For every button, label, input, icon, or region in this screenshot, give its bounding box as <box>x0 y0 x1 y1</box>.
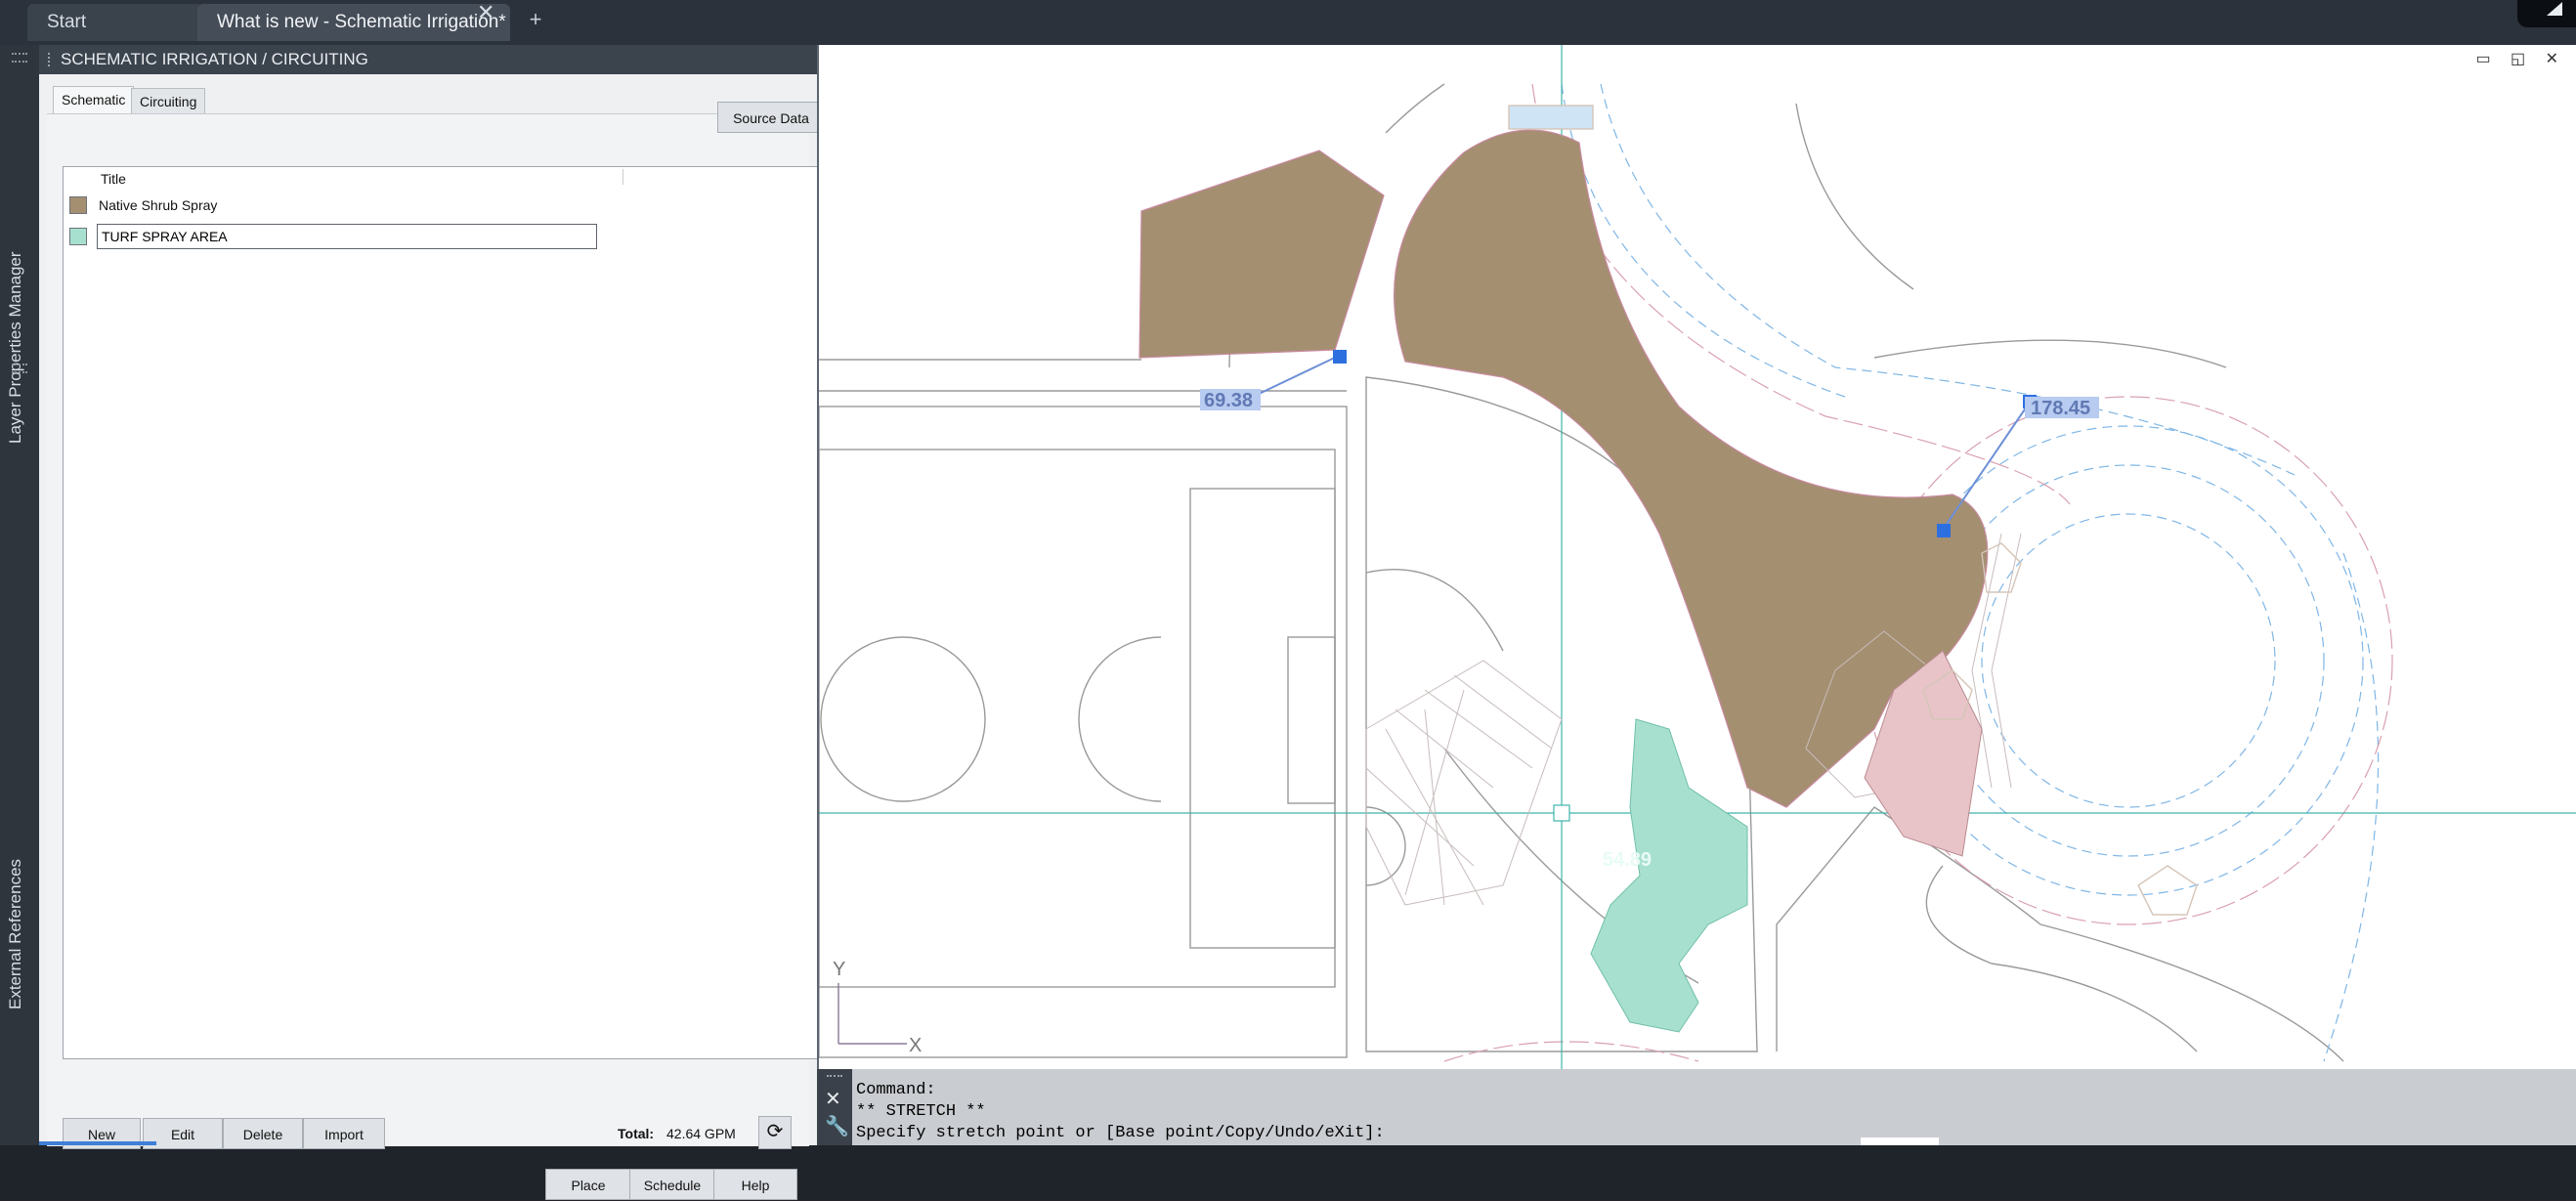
app-logo <box>2517 0 2576 27</box>
list-item[interactable] <box>64 222 826 251</box>
refresh-icon[interactable]: ⟳ <box>758 1116 792 1149</box>
palette-title[interactable]: SCHEMATIC IRRIGATION / CIRCUITING <box>39 45 817 74</box>
close-tab-icon[interactable]: ✕ <box>477 0 494 25</box>
color-swatch[interactable] <box>69 228 87 245</box>
collapsed-palette-strip: Layer Properties Manager External Refere… <box>0 45 39 1145</box>
title-edit-field[interactable] <box>97 224 597 249</box>
tab-schematic[interactable]: Schematic <box>53 86 135 114</box>
strip-grip[interactable] <box>12 364 27 373</box>
schematic-irrigation-palette: SCHEMATIC IRRIGATION / CIRCUITING Schema… <box>39 45 835 1200</box>
add-tab-icon[interactable]: + <box>522 6 549 33</box>
command-history-line: Command: <box>856 1081 936 1099</box>
customize-wrench-icon[interactable]: 🔧 <box>825 1114 849 1138</box>
schedule-button[interactable]: Schedule <box>629 1169 715 1200</box>
ucs-y-label: Y <box>833 959 845 980</box>
close-icon[interactable]: ✕ <box>825 1087 841 1111</box>
tab-circuiting[interactable]: Circuiting <box>131 88 206 115</box>
layer-properties-manager-tab[interactable]: Layer Properties Manager <box>6 231 33 465</box>
list-item-label: Native Shrub Spray <box>99 197 218 213</box>
command-line-grip[interactable] <box>827 1075 842 1083</box>
ucs-icon <box>837 983 907 1045</box>
tab-drawing[interactable]: What is new - Schematic Irrigation* <box>197 4 510 41</box>
palette-focus-bar <box>39 1141 156 1145</box>
dimension-label[interactable]: 178.45 <box>2031 398 2090 419</box>
tab-start[interactable]: Start <box>27 4 203 41</box>
import-button[interactable]: Import <box>303 1118 385 1149</box>
document-tab-bar: Start What is new - Schematic Irrigation… <box>0 0 2576 45</box>
tab-start-label: Start <box>47 12 87 32</box>
dimension-label[interactable]: 54.89 <box>1603 849 1652 871</box>
command-history-line: ** STRETCH ** <box>856 1102 986 1121</box>
tab-drawing-label: What is new - Schematic Irrigation* <box>217 12 506 32</box>
color-swatch[interactable] <box>69 196 87 214</box>
command-line-sidebar: ✕ 🔧 <box>817 1069 852 1145</box>
command-input-field[interactable] <box>1861 1137 1939 1145</box>
site-plan-drawing[interactable]: 69.38 178.45 54.89 Y X <box>819 45 2576 1069</box>
ucs-x-label: X <box>909 1035 922 1056</box>
source-data-button[interactable]: Source Data <box>717 102 825 133</box>
schematic-list: Title Native Shrub Spray <box>63 166 835 1059</box>
command-line[interactable]: ✕ 🔧 Command: ** STRETCH ** Specify stret… <box>817 1069 2576 1145</box>
turf-spray-area <box>1590 718 1748 1033</box>
list-item[interactable]: Native Shrub Spray <box>64 191 826 220</box>
place-button[interactable]: Place <box>545 1169 631 1200</box>
command-prompt[interactable]: Specify stretch point or [Base point/Cop… <box>856 1124 1385 1142</box>
column-header-title[interactable]: Title <box>101 171 126 187</box>
external-references-tab[interactable]: External References <box>6 856 33 1012</box>
drawing-viewport[interactable]: ▭ ◱ ✕ 69.38 178.45 54.89 Y X <box>817 45 2576 1069</box>
help-button[interactable]: Help <box>713 1169 797 1200</box>
delete-button[interactable]: Delete <box>223 1118 303 1149</box>
strip-grip[interactable] <box>12 53 27 63</box>
total-label: Total: <box>618 1126 655 1141</box>
dimension-label[interactable]: 69.38 <box>1204 390 1253 411</box>
total-value: 42.64 GPM <box>666 1126 736 1141</box>
native-shrub-spray-area <box>1138 129 1989 808</box>
